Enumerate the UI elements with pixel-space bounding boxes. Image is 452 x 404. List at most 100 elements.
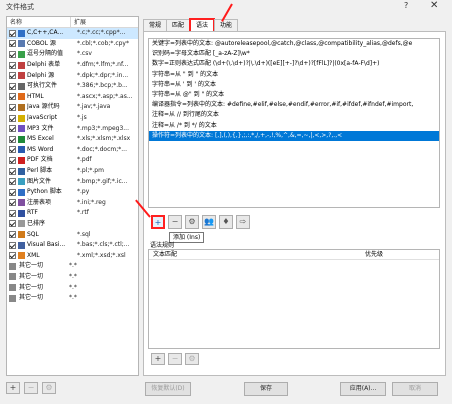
list-item[interactable]: MS Word *.doc;*.docm;*... bbox=[7, 145, 138, 156]
item-checkbox[interactable] bbox=[9, 93, 16, 101]
syntax-rule-item[interactable]: 字符串=从 @" 到 " 的文本 bbox=[149, 90, 439, 100]
list-item[interactable]: SQL *.sql bbox=[7, 229, 138, 240]
import-icon[interactable]: ⇨ bbox=[236, 215, 250, 229]
list-item[interactable]: C,C++,CA... *.c;*.cc;*.cpp*... bbox=[7, 28, 138, 39]
item-checkbox[interactable] bbox=[9, 82, 16, 90]
other-file-icon bbox=[9, 262, 16, 270]
item-checkbox[interactable] bbox=[9, 146, 16, 154]
item-checkbox[interactable] bbox=[9, 209, 16, 217]
list-item[interactable]: 已排序 bbox=[7, 219, 138, 230]
tab-syntax[interactable]: 语法 bbox=[189, 18, 216, 31]
filetype-settings-button[interactable]: ⚙ bbox=[42, 382, 56, 394]
syntax-rule-item[interactable]: 字符串=从 " 到 " 的文本 bbox=[149, 70, 439, 80]
remove-filetype-button[interactable]: − bbox=[24, 382, 38, 394]
item-checkbox[interactable] bbox=[9, 72, 16, 80]
tab-functions[interactable]: 功能 bbox=[214, 19, 239, 31]
perl-file-icon bbox=[18, 167, 25, 175]
item-checkbox[interactable] bbox=[9, 231, 16, 239]
syntax-rule-item[interactable]: 操作符=列表中的文本: [,],(,),{,},;,:,*,/,+,-,!,%,… bbox=[149, 130, 439, 141]
list-item[interactable]: Visual Basi... *.bas;*.cls;*.ctl;... bbox=[7, 240, 138, 251]
item-checkbox[interactable] bbox=[9, 252, 16, 260]
file-type-list[interactable]: 名称 扩展 C,C++,CA... *.c;*.cc;*.cpp*... COBOL… bbox=[6, 16, 139, 376]
item-name: 其它一切 bbox=[19, 294, 44, 302]
item-checkbox[interactable] bbox=[9, 167, 16, 175]
list-item[interactable]: RTF *.rtf bbox=[7, 208, 138, 219]
grid-add-button[interactable]: + bbox=[151, 353, 165, 365]
item-checkbox[interactable] bbox=[9, 61, 16, 69]
c-file-icon bbox=[18, 29, 25, 37]
item-name: 其它一切 bbox=[19, 262, 44, 270]
item-checkbox[interactable] bbox=[9, 125, 16, 133]
list-item[interactable]: Delphi 源 *.dpk;*.dpr;*.in... bbox=[7, 70, 138, 81]
syntax-rule-item[interactable]: 数字=正则表达式匹配 (\d+(\.\d+)?|\.\d+)([eE][+-]?… bbox=[149, 59, 439, 69]
syntax-rule-item[interactable]: 编译器指令=列表中的文本: #define,#elif,#else,#endif… bbox=[149, 100, 439, 110]
list-item[interactable]: PDF 文档 *.pdf bbox=[7, 155, 138, 166]
list-item[interactable]: XML *.xml;*.xsd;*.xsl bbox=[7, 250, 138, 261]
list-item[interactable]: JavaScript *.js bbox=[7, 113, 138, 124]
list-item[interactable]: 其它一切 *.* bbox=[7, 282, 138, 293]
item-extensions: *.jav;*.java bbox=[77, 103, 111, 111]
list-item[interactable]: Perl 脚本 *.pl;*.pm bbox=[7, 166, 138, 177]
item-checkbox[interactable] bbox=[9, 199, 16, 207]
syntax-rule-item[interactable]: 字符串=从 ' 到 ' 的文本 bbox=[149, 80, 439, 90]
list-item[interactable]: MS Excel *.xls;*.xlsm;*.xlsx bbox=[7, 134, 138, 145]
settings-icon[interactable]: ⚙ bbox=[185, 215, 199, 229]
syntax-rules-list[interactable]: 关键字=列表中的文本: @autoreleasepool,@catch,@cla… bbox=[148, 38, 440, 208]
item-name: XML bbox=[27, 251, 40, 259]
item-checkbox[interactable] bbox=[9, 156, 16, 164]
column-header-name[interactable]: 名称 bbox=[7, 17, 71, 27]
item-checkbox[interactable] bbox=[9, 188, 16, 196]
grid-remove-button[interactable]: − bbox=[168, 353, 182, 365]
item-extensions: *.386;*.bcp;*.b... bbox=[77, 82, 128, 90]
list-item[interactable]: 其它一切 *.* bbox=[7, 293, 138, 304]
marker-icon[interactable]: ♦ bbox=[219, 215, 233, 229]
text-match-grid[interactable]: 文本匹配 优先级 bbox=[148, 249, 440, 349]
item-checkbox[interactable] bbox=[9, 135, 16, 143]
item-checkbox[interactable] bbox=[9, 241, 16, 249]
item-extensions: *.bmp;*.gif;*.ic... bbox=[77, 177, 128, 185]
list-item[interactable]: 其它一切 *.* bbox=[7, 261, 138, 272]
list-item[interactable]: Java 源代码 *.jav;*.java bbox=[7, 102, 138, 113]
item-checkbox[interactable] bbox=[9, 220, 16, 228]
item-checkbox[interactable] bbox=[9, 50, 16, 58]
syntax-rule-item[interactable]: 注释=从 // 到行尾的文本 bbox=[149, 110, 439, 120]
help-button[interactable]: ? bbox=[404, 1, 408, 10]
list-item[interactable]: MP3 文件 *.mp3;*.mpeg3... bbox=[7, 123, 138, 134]
item-checkbox[interactable] bbox=[9, 40, 16, 48]
remove-rule-button[interactable]: − bbox=[168, 215, 182, 229]
delphi-form-icon bbox=[18, 61, 25, 69]
list-item[interactable]: Python 脚本 *.py bbox=[7, 187, 138, 198]
grid-header: 文本匹配 优先级 bbox=[149, 250, 439, 260]
list-item[interactable]: COBOL 源 *.cbl;*.cob;*.cpy* bbox=[7, 39, 138, 50]
list-item[interactable]: 可执行文件 *.386;*.bcp;*.b... bbox=[7, 81, 138, 92]
restore-defaults-button[interactable]: 恢复默认(D) bbox=[145, 382, 191, 396]
syntax-rule-item[interactable]: 识别码=字母文本匹配 [_a-zA-Z]\w* bbox=[149, 49, 439, 59]
column-header-ext[interactable]: 扩展 bbox=[71, 17, 86, 27]
save-button[interactable]: 保存 bbox=[244, 382, 288, 396]
list-item[interactable]: 其它一切 *.* bbox=[7, 272, 138, 283]
add-rule-button[interactable]: + bbox=[151, 215, 165, 229]
list-item[interactable]: 注册表项 *.ini;*.reg bbox=[7, 198, 138, 209]
item-extensions: *.xls;*.xlsm;*.xlsx bbox=[77, 135, 131, 143]
syntax-rule-item[interactable]: 关键字=列表中的文本: @autoreleasepool,@catch,@cla… bbox=[149, 39, 439, 49]
grid-settings-button[interactable]: ⚙ bbox=[185, 353, 199, 365]
item-name: Delphi 表单 bbox=[27, 61, 61, 69]
close-icon[interactable]: ✕ bbox=[430, 0, 438, 11]
item-checkbox[interactable] bbox=[9, 29, 16, 37]
list-item[interactable]: HTML *.ascx;*.asp;*.as... bbox=[7, 92, 138, 103]
list-item[interactable]: Delphi 表单 *.dfm;*.lfm;*.nf... bbox=[7, 60, 138, 71]
item-extensions: *.ini;*.reg bbox=[77, 198, 106, 206]
item-checkbox[interactable] bbox=[9, 114, 16, 122]
cancel-button[interactable]: 取消 bbox=[392, 382, 438, 396]
apply-button[interactable]: 应用(A)... bbox=[340, 382, 386, 396]
users-icon[interactable]: 👥 bbox=[202, 215, 216, 229]
syntax-rule-item[interactable]: 注释=从 /* 到 */ 的文本 bbox=[149, 121, 439, 131]
exe-file-icon bbox=[18, 82, 25, 90]
list-item[interactable]: 逗号分隔的值 *.csv bbox=[7, 49, 138, 60]
list-item[interactable]: 图片文件 *.bmp;*.gif;*.ic... bbox=[7, 176, 138, 187]
tab-general[interactable]: 常规 bbox=[143, 19, 168, 31]
item-checkbox[interactable] bbox=[9, 178, 16, 186]
tab-match[interactable]: 匹配 bbox=[166, 19, 191, 31]
item-checkbox[interactable] bbox=[9, 103, 16, 111]
add-filetype-button[interactable]: + bbox=[6, 382, 20, 394]
